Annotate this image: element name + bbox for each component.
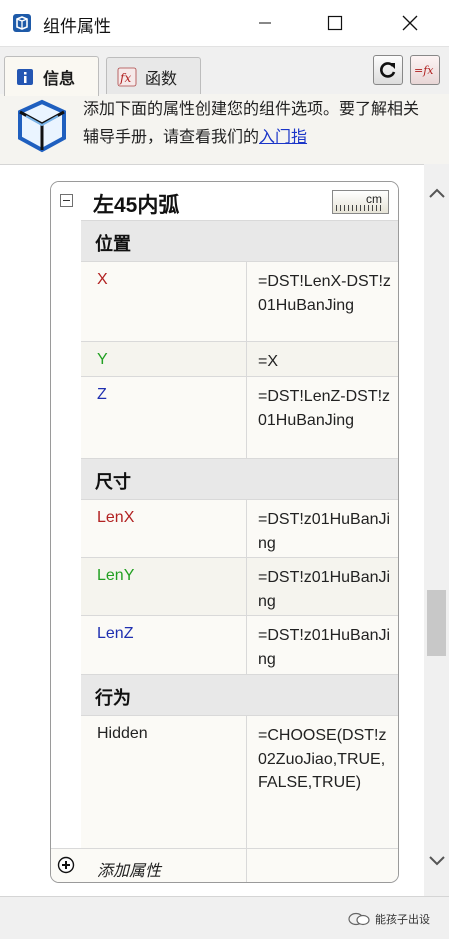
attribute-value[interactable]: =DST!LenZ-DST!z01HuBanJing [258, 385, 393, 432]
fx-icon: fx [117, 67, 137, 86]
component-panel: 左45内弧 cm 位置 X =DST!LenX-DST!z01HuBanJing… [50, 181, 399, 883]
collapse-toggle[interactable] [60, 194, 73, 207]
watermark: 能孩子出设 [348, 911, 430, 927]
group-header-behavior: 行为 [81, 674, 398, 715]
formula-toggle-button[interactable]: =fx [410, 55, 440, 85]
tab-info-label: 信息 [43, 70, 76, 88]
attribute-value[interactable]: =DST!z01HuBanJing [258, 566, 393, 613]
attribute-row-z[interactable]: Z =DST!LenZ-DST!z01HuBanJing [81, 376, 398, 458]
minimize-button[interactable] [242, 0, 288, 46]
vertical-scrollbar[interactable] [424, 164, 449, 896]
attribute-value[interactable]: =X [258, 350, 393, 374]
info-icon [17, 68, 33, 85]
scroll-up-button[interactable] [424, 178, 449, 208]
minimize-icon [259, 22, 271, 24]
tab-functions-label: 函数 [145, 70, 178, 88]
wechat-icon [348, 912, 370, 926]
attribute-row-lenx[interactable]: LenX =DST!z01HuBanJing [81, 499, 398, 557]
attribute-key: LenY [97, 567, 135, 584]
ruler-icon [336, 205, 384, 211]
group-header-position: 位置 [81, 220, 398, 261]
fx-toggle-icon: =fx [414, 64, 434, 77]
component-cube-icon [18, 99, 66, 153]
group-header-size: 尺寸 [81, 458, 398, 499]
maximize-icon [327, 15, 343, 31]
close-button[interactable] [387, 0, 433, 46]
window-title: 组件属性 [43, 17, 111, 36]
attribute-row-x[interactable]: X =DST!LenX-DST!z01HuBanJing [81, 261, 398, 341]
attribute-value[interactable]: =DST!z01HuBanJing [258, 624, 393, 671]
attribute-row-y[interactable]: Y =X [81, 341, 398, 376]
sketchup-icon [13, 14, 31, 32]
attribute-key: LenZ [97, 625, 134, 642]
info-banner: 添加下面的属性创建您的组件选项。要了解相关辅导手册，请查看我们的入门指 [0, 94, 449, 165]
banner-text: 添加下面的属性创建您的组件选项。要了解相关辅导手册，请查看我们的 [83, 101, 420, 146]
getting-started-link[interactable]: 入门指 [259, 129, 307, 146]
add-attribute-label: 添加属性 [97, 863, 162, 880]
attribute-key: Hidden [97, 725, 148, 742]
chevron-down-icon [428, 856, 445, 866]
add-attribute-row[interactable]: 添加属性 [51, 848, 398, 882]
attribute-row-hidden[interactable]: Hidden =CHOOSE(DST!z02ZuoJiao,TRUE,FALSE… [81, 715, 398, 848]
refresh-icon [380, 62, 396, 78]
attribute-value[interactable]: =CHOOSE(DST!z02ZuoJiao,TRUE,FALSE,TRUE) [258, 724, 393, 795]
status-bar: 能孩子出设 [0, 896, 449, 939]
attribute-value[interactable]: =DST!z01HuBanJing [258, 508, 393, 555]
tab-strip: 信息 fx 函数 =fx [0, 46, 449, 96]
svg-text:=fx: =fx [414, 64, 434, 77]
attribute-value[interactable]: =DST!LenX-DST!z01HuBanJing [258, 270, 393, 317]
component-header: 左45内弧 cm [51, 182, 398, 220]
refresh-button[interactable] [373, 55, 403, 85]
tab-info[interactable]: 信息 [4, 56, 99, 96]
attribute-row-lenz[interactable]: LenZ =DST!z01HuBanJing [81, 615, 398, 674]
watermark-text: 能孩子出设 [375, 914, 430, 926]
units-label: cm [366, 192, 382, 206]
banner-message: 添加下面的属性创建您的组件选项。要了解相关辅导手册，请查看我们的入门指 [83, 96, 433, 152]
chevron-up-icon [428, 188, 445, 198]
close-icon [402, 15, 418, 31]
attribute-key: Z [97, 386, 107, 403]
attribute-key: Y [97, 351, 108, 368]
add-circle-icon[interactable] [57, 856, 75, 874]
attribute-key: X [97, 271, 108, 288]
maximize-button[interactable] [312, 0, 358, 46]
component-name: 左45内弧 [93, 194, 180, 217]
tab-functions[interactable]: fx 函数 [106, 57, 201, 95]
attribute-key: LenX [97, 509, 135, 526]
attribute-row-leny[interactable]: LenY =DST!z01HuBanJing [81, 557, 398, 615]
title-bar: 组件属性 [0, 0, 449, 46]
scroll-thumb[interactable] [427, 590, 446, 656]
units-button[interactable]: cm [332, 190, 389, 214]
scroll-down-button[interactable] [424, 846, 449, 876]
svg-text:fx: fx [119, 71, 131, 85]
